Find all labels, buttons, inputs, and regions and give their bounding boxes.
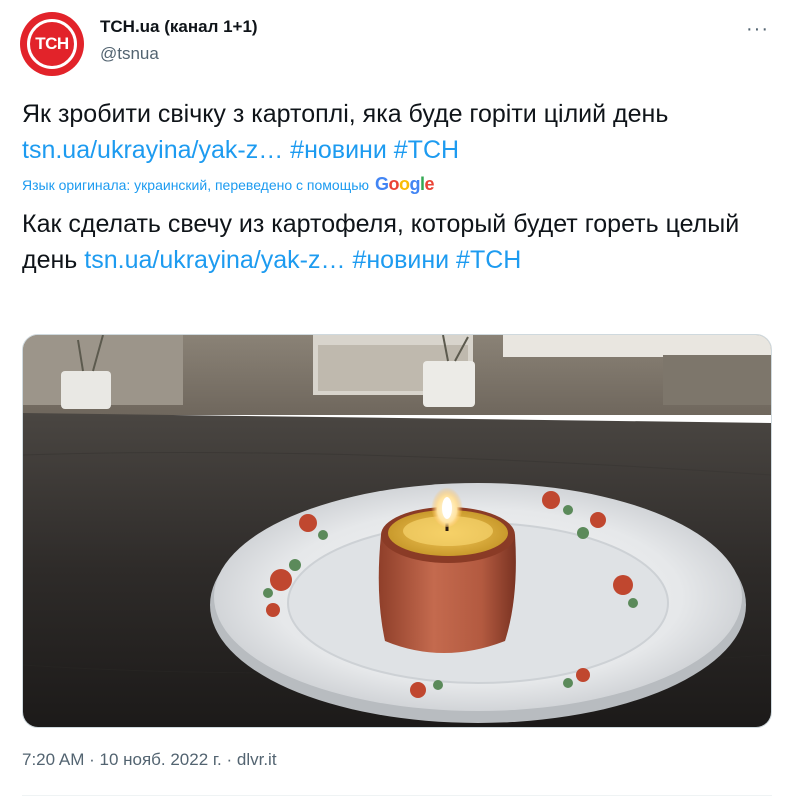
tweet-time[interactable]: 7:20 AM	[22, 750, 84, 769]
tweet-date[interactable]: 10 нояб. 2022 г.	[99, 750, 221, 769]
translation-note[interactable]: Язык оригинала: украинский, переведено с…	[22, 174, 435, 195]
tweet-meta: 7:20 AM · 10 нояб. 2022 г. · dlvr.it	[22, 750, 277, 770]
author-name[interactable]: ТСН.ua (канал 1+1)	[100, 17, 258, 37]
avatar-logo-text: ТСН	[35, 34, 69, 53]
more-horizontal-icon[interactable]: ···	[746, 18, 769, 41]
tweet-text-translated: Как сделать свечу из картофеля, который …	[22, 206, 772, 278]
author-handle[interactable]: @tsnua	[100, 44, 159, 64]
tweet-text-original: Як зробити свічку з картоплі, яка буде г…	[22, 96, 772, 168]
meta-separator: ·	[84, 750, 100, 769]
translation-note-text: Язык оригинала: украинский, переведено с…	[22, 176, 370, 193]
tweet-link-ru[interactable]: tsn.ua/ukrayina/yak-z…	[84, 246, 345, 274]
hashtag-novyny-uk[interactable]: #новини	[290, 136, 387, 164]
google-logo: Google	[375, 174, 435, 194]
avatar[interactable]: ТСН	[20, 12, 84, 76]
hashtag-tsn-uk[interactable]: #ТСН	[394, 136, 459, 164]
tweet-media-photo[interactable]	[22, 334, 772, 728]
tweet-link-uk[interactable]: tsn.ua/ukrayina/yak-z…	[22, 136, 283, 164]
potato-candle-photo	[23, 335, 771, 727]
divider	[22, 795, 772, 796]
meta-separator: ·	[221, 750, 237, 769]
tweet-text-uk: Як зробити свічку з картоплі, яка буде г…	[22, 100, 669, 128]
hashtag-novyny-ru[interactable]: #новини	[352, 246, 449, 274]
hashtag-tsn-ru[interactable]: #ТСН	[456, 246, 521, 274]
avatar-ring: ТСН	[27, 19, 77, 69]
tweet-source[interactable]: dlvr.it	[237, 750, 277, 769]
